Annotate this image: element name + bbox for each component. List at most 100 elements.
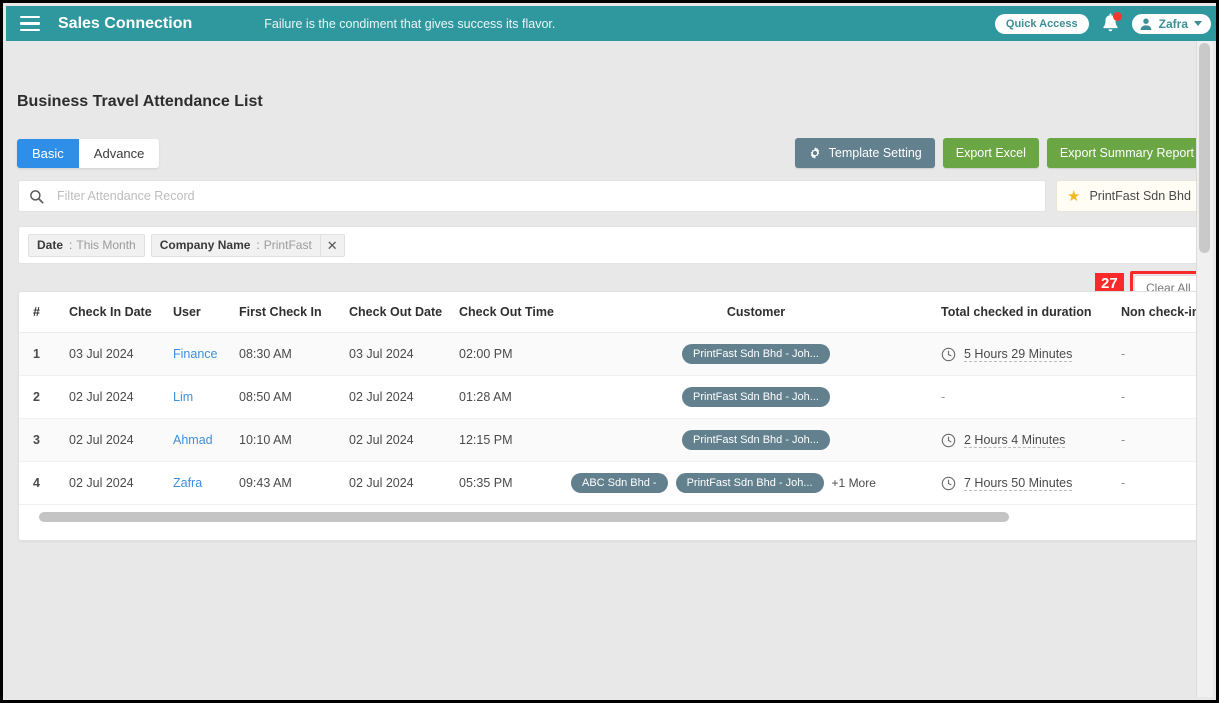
row-check-in-date: 03 Jul 2024 <box>69 332 173 376</box>
chevron-down-icon <box>1194 21 1202 26</box>
column-header-total-duration: Total checked in duration <box>941 292 1121 333</box>
filter-chip-company-label: Company Name <box>159 238 251 252</box>
table-horizontal-scrollbar[interactable] <box>39 512 1197 522</box>
filter-chip-company-value: PrintFast <box>263 238 312 252</box>
row-check-out-date: 03 Jul 2024 <box>349 332 459 376</box>
gear-icon <box>810 147 819 159</box>
person-icon <box>1140 18 1152 30</box>
export-summary-report-label: Export Summary Report <box>1059 146 1194 160</box>
clock-icon <box>941 476 956 490</box>
search-input[interactable] <box>55 188 1035 204</box>
row-non-check-in-time: - <box>1121 433 1126 447</box>
export-summary-report-button[interactable]: Export Summary Report <box>1046 138 1207 168</box>
page-content: Business Travel Attendance List Basic Ad… <box>6 41 1216 697</box>
row-user-link[interactable]: Lim <box>173 390 193 404</box>
filter-chip-company-name[interactable]: Company Name : PrintFast ✕ <box>150 233 345 257</box>
user-name-label: Zafra <box>1158 16 1188 31</box>
row-check-in-date: 02 Jul 2024 <box>69 418 173 462</box>
row-first-check-in: 08:30 AM <box>239 332 349 376</box>
filter-chip-date-value: This Month <box>76 238 136 252</box>
row-check-out-time: 12:15 PM <box>459 418 571 462</box>
page-vertical-scrollbar-thumb[interactable] <box>1199 43 1210 253</box>
column-header-user: User <box>173 292 239 333</box>
page-title: Business Travel Attendance List <box>17 93 263 110</box>
column-header-check-out-date: Check Out Date <box>349 292 459 333</box>
template-setting-button[interactable]: Template Setting <box>794 138 935 168</box>
table-header-row: # Check In Date User First Check In Chec… <box>19 292 1205 333</box>
user-menu[interactable]: Zafra <box>1131 13 1211 34</box>
row-user-link[interactable]: Zafra <box>173 476 202 490</box>
row-check-out-date: 02 Jul 2024 <box>349 461 459 505</box>
clock-icon <box>941 347 956 361</box>
column-header-customer: Customer <box>571 292 941 333</box>
row-first-check-in: 10:10 AM <box>239 418 349 462</box>
row-index: 1 <box>19 332 69 376</box>
notification-indicator-dot <box>1112 12 1122 21</box>
close-icon[interactable]: ✕ <box>319 234 344 256</box>
view-mode-tabs: Basic Advance <box>17 139 160 168</box>
column-header-first-check-in: First Check In <box>239 292 349 333</box>
top-navigation-bar: Sales Connection Failure is the condimen… <box>6 6 1216 41</box>
row-check-out-time: 05:35 PM <box>459 461 571 505</box>
table-row[interactable]: 4 02 Jul 2024 Zafra 09:43 AM 02 Jul 2024… <box>19 461 1205 505</box>
row-duration: 2 Hours 4 Minutes <box>964 432 1066 448</box>
column-header-index: # <box>19 292 69 333</box>
row-first-check-in: 08:50 AM <box>239 375 349 419</box>
search-icon <box>30 189 44 204</box>
table-horizontal-scrollbar-thumb[interactable] <box>39 512 1009 522</box>
search-bar[interactable] <box>18 180 1046 212</box>
table-row[interactable]: 2 02 Jul 2024 Lim 08:50 AM 02 Jul 2024 0… <box>19 375 1205 419</box>
row-index: 2 <box>19 375 69 419</box>
row-non-check-in-time: - <box>1121 476 1126 490</box>
row-user-link[interactable]: Ahmad <box>173 433 213 447</box>
customer-more-label[interactable]: +1 More <box>832 476 876 490</box>
table-row[interactable]: 3 02 Jul 2024 Ahmad 10:10 AM 02 Jul 2024… <box>19 418 1205 462</box>
row-index: 4 <box>19 461 69 505</box>
app-brand-title: Sales Connection <box>58 14 193 32</box>
row-check-in-date: 02 Jul 2024 <box>69 375 173 419</box>
row-duration: 5 Hours 29 Minutes <box>964 346 1073 362</box>
customer-pill[interactable]: ABC Sdn Bhd - <box>571 473 668 493</box>
column-header-check-in-date: Check In Date <box>69 292 173 333</box>
customer-pill[interactable]: PrintFast Sdn Bhd - Joh... <box>682 387 830 407</box>
attendance-table: # Check In Date User First Check In Chec… <box>19 292 1205 505</box>
favorite-company-selector[interactable]: ★ PrintFast Sdn Bhd <box>1056 180 1206 212</box>
tab-advance[interactable]: Advance <box>78 139 160 168</box>
tab-basic[interactable]: Basic <box>17 139 79 168</box>
top-right-controls: Quick Access Zafra <box>994 12 1211 34</box>
active-filters-bar: Date : This Month Company Name : PrintFa… <box>18 226 1206 264</box>
quick-access-button[interactable]: Quick Access <box>994 13 1089 34</box>
clock-icon <box>941 433 956 447</box>
customer-pill[interactable]: PrintFast Sdn Bhd - Joh... <box>682 344 830 364</box>
notification-bell-icon[interactable] <box>1101 12 1122 34</box>
row-duration: 7 Hours 50 Minutes <box>964 475 1073 491</box>
row-check-out-date: 02 Jul 2024 <box>349 375 459 419</box>
app-window: Sales Connection Failure is the condimen… <box>0 0 1219 703</box>
export-excel-label: Export Excel <box>955 146 1026 160</box>
row-check-out-time: 02:00 PM <box>459 332 571 376</box>
row-non-check-in-time: - <box>1121 390 1126 404</box>
customer-pill[interactable]: PrintFast Sdn Bhd - Joh... <box>675 473 824 493</box>
row-duration: - <box>941 390 946 404</box>
column-header-non-check-in-time: Non check-in time <box>1121 292 1205 333</box>
tagline-text: Failure is the condiment that gives succ… <box>264 16 556 31</box>
hamburger-icon[interactable] <box>20 16 40 31</box>
row-check-out-time: 01:28 AM <box>459 375 571 419</box>
page-vertical-scrollbar[interactable] <box>1196 41 1213 697</box>
customer-pill[interactable]: PrintFast Sdn Bhd - Joh... <box>682 430 830 450</box>
row-user-link[interactable]: Finance <box>173 347 217 361</box>
star-icon: ★ <box>1067 187 1081 205</box>
export-excel-button[interactable]: Export Excel <box>942 138 1039 168</box>
toolbar-actions: Template Setting Export Excel Export Sum… <box>794 138 1207 168</box>
template-setting-label: Template Setting <box>828 146 922 160</box>
row-index: 3 <box>19 418 69 462</box>
row-non-check-in-time: - <box>1121 347 1126 361</box>
column-header-check-out-time: Check Out Time <box>459 292 571 333</box>
filter-chip-date-label: Date <box>37 238 64 252</box>
row-first-check-in: 09:43 AM <box>239 461 349 505</box>
attendance-table-card: # Check In Date User First Check In Chec… <box>18 291 1206 541</box>
favorite-company-label: PrintFast Sdn Bhd <box>1089 189 1191 203</box>
table-row[interactable]: 1 03 Jul 2024 Finance 08:30 AM 03 Jul 20… <box>19 332 1205 376</box>
filter-chip-date[interactable]: Date : This Month <box>28 233 145 257</box>
row-check-in-date: 02 Jul 2024 <box>69 461 173 505</box>
